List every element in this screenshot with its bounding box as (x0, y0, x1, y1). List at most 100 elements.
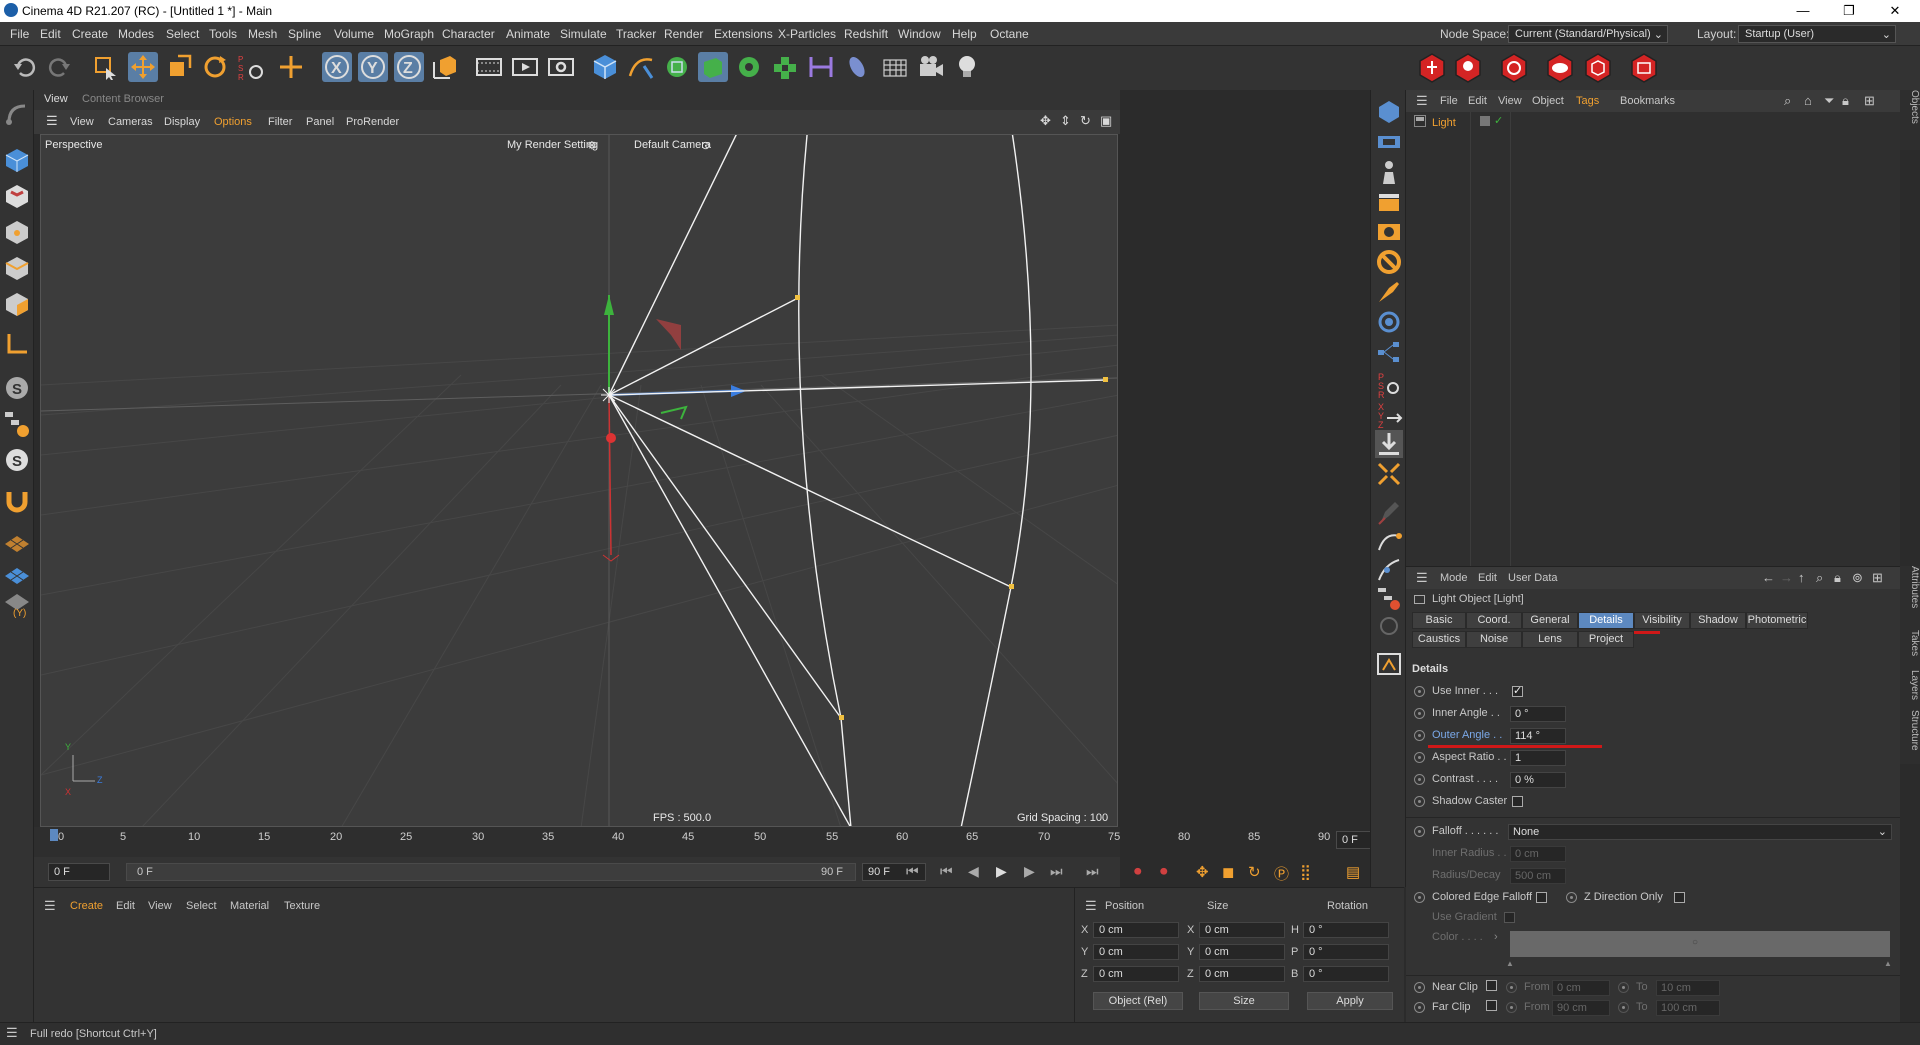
render-setting-label[interactable]: My Render Setting (507, 139, 598, 151)
brush-icon[interactable] (1375, 278, 1403, 306)
apply-button[interactable]: Apply (1307, 992, 1393, 1010)
position-z-field[interactable]: 0 cm (1093, 966, 1179, 982)
tab-coord[interactable]: Coord. (1466, 612, 1522, 629)
hamburger-menu-icon[interactable]: ☰ (1416, 93, 1428, 109)
filter-icon[interactable]: ⏷ (1824, 93, 1834, 109)
planar-workplane-icon[interactable]: (Y) (3, 590, 31, 619)
gradient-knot-right[interactable]: ▲ (1884, 959, 1892, 968)
object-menu-view[interactable]: View (1498, 95, 1522, 107)
viewport-menu-view[interactable]: View (70, 116, 94, 128)
menu-extensions[interactable]: Extensions (714, 27, 773, 41)
shadow-caster-checkbox[interactable] (1512, 796, 1523, 807)
side-tab-structure[interactable]: Structure (1900, 710, 1920, 764)
preview-icon[interactable] (1375, 218, 1403, 246)
hamburger-menu-icon[interactable]: ☰ (46, 113, 58, 129)
scale-tool-icon[interactable] (164, 52, 194, 82)
deformer-icon[interactable] (806, 52, 836, 82)
menu-octane[interactable]: Octane (990, 27, 1029, 41)
object-menu-bookmarks[interactable]: Bookmarks (1620, 95, 1675, 107)
object-menu-edit[interactable]: Edit (1468, 95, 1487, 107)
side-tab-attributes[interactable]: Attributes (1900, 566, 1920, 630)
key-rotation-icon[interactable]: ↻ (1248, 863, 1261, 881)
cube-primitive-icon[interactable] (590, 52, 620, 82)
animate-icon[interactable] (1414, 774, 1425, 785)
menu-mograph[interactable]: MoGraph (384, 27, 434, 41)
viewport-menu-cameras[interactable]: Cameras (108, 116, 153, 128)
menu-help[interactable]: Help (952, 27, 977, 41)
key-parameter-icon[interactable]: Ⓟ (1274, 863, 1289, 884)
scene-floor-icon[interactable] (842, 52, 872, 82)
points-mode-icon[interactable] (3, 218, 31, 246)
z-direction-checkbox[interactable] (1674, 892, 1685, 903)
snap-icon[interactable]: S (3, 374, 31, 402)
tab-photometric[interactable]: Photometric (1746, 612, 1808, 629)
animate-icon[interactable] (1414, 730, 1425, 741)
home-icon[interactable]: ⌂ (1804, 93, 1812, 108)
tab-details[interactable]: Details (1578, 612, 1634, 629)
aspect-ratio-field[interactable]: 1 (1510, 750, 1566, 766)
grid-floor-icon[interactable] (880, 52, 910, 82)
go-to-start-icon[interactable]: ⏮ (906, 863, 919, 880)
gear-icon[interactable]: ⚙ (587, 139, 597, 152)
attribute-menu-edit[interactable]: Edit (1478, 572, 1497, 584)
layout-dropdown[interactable]: Startup (User) ⌄ (1738, 25, 1896, 43)
menu-edit[interactable]: Edit (40, 27, 61, 41)
spline-tool-icon[interactable] (1375, 556, 1403, 584)
viewport-menu-panel[interactable]: Panel (306, 116, 334, 128)
maximize-view-icon[interactable]: ▣ (1100, 113, 1112, 129)
viewport-menu-display[interactable]: Display (164, 116, 200, 128)
tab-content-browser[interactable]: Content Browser (82, 93, 164, 105)
tab-lens[interactable]: Lens (1522, 631, 1578, 648)
animate-icon[interactable] (1414, 796, 1425, 807)
node-space-dropdown[interactable]: Current (Standard/Physical) ⌄ (1508, 25, 1668, 43)
attribute-menu-user-data[interactable]: User Data (1508, 572, 1558, 584)
key-scale-icon[interactable]: ◼ (1222, 863, 1234, 881)
minimize-button[interactable]: — (1780, 1, 1826, 21)
redo-icon[interactable] (44, 52, 74, 82)
light-bulb-icon[interactable] (952, 52, 982, 82)
material-menu-texture[interactable]: Texture (284, 900, 320, 912)
size-y-field[interactable]: 0 cm (1199, 944, 1285, 960)
close-button[interactable]: ✕ (1872, 1, 1918, 21)
tab-basic[interactable]: Basic (1412, 612, 1466, 629)
tab-general[interactable]: General (1522, 612, 1578, 629)
menu-select[interactable]: Select (166, 27, 199, 41)
viewport-menu-prorender[interactable]: ProRender (346, 116, 399, 128)
material-menu-view[interactable]: View (148, 900, 172, 912)
search-icon[interactable]: ⌕ (1784, 93, 1791, 109)
falloff-dropdown[interactable]: None ⌄ (1508, 824, 1892, 840)
search-icon[interactable]: ⌕ (1816, 570, 1823, 586)
previous-key-icon[interactable]: ⏮ (940, 863, 953, 880)
coordinate-system-icon[interactable] (430, 52, 460, 82)
play-icon[interactable]: ▶ (996, 863, 1007, 880)
menu-x-particles[interactable]: X-Particles (778, 27, 836, 41)
size-z-field[interactable]: 0 cm (1199, 966, 1285, 982)
edges-mode-icon[interactable] (3, 254, 31, 282)
render-settings-icon[interactable] (546, 52, 576, 82)
attribute-menu-mode[interactable]: Mode (1440, 572, 1468, 584)
workplane-icon[interactable] (3, 526, 31, 554)
rotation-h-field[interactable]: 0 ° (1303, 922, 1389, 938)
menu-create[interactable]: Create (72, 27, 108, 41)
menu-volume[interactable]: Volume (334, 27, 374, 41)
menu-redshift[interactable]: Redshift (844, 27, 888, 41)
octane-material-icon[interactable] (1544, 52, 1576, 84)
menu-character[interactable]: Character (442, 27, 495, 41)
material-menu-edit[interactable]: Edit (116, 900, 135, 912)
animate-icon[interactable] (1414, 752, 1425, 763)
locked-workplane-icon[interactable] (3, 560, 31, 588)
animate-icon[interactable] (1414, 1002, 1425, 1013)
animate-icon[interactable] (1414, 826, 1425, 837)
settings-icon[interactable]: ⊚ (1852, 570, 1863, 586)
expand-icon[interactable]: › (1494, 931, 1498, 943)
go-to-end-icon[interactable]: ⏭ (1086, 863, 1099, 880)
xyz-arrow-icon[interactable]: XYZ (1375, 400, 1403, 430)
up-arrow-icon[interactable]: ↑ (1798, 570, 1805, 585)
rotate-view-icon[interactable]: ↻ (1080, 113, 1091, 129)
maximize-button[interactable]: ❐ (1826, 1, 1872, 21)
timeline-window-icon[interactable]: ▤ (1346, 863, 1360, 881)
record-active-icon[interactable]: ⏺ (1134, 863, 1142, 880)
make-editable-icon[interactable] (3, 100, 31, 128)
psr-icon[interactable]: PSR (1375, 370, 1403, 400)
new-panel-icon[interactable]: ⊞ (1864, 93, 1875, 109)
